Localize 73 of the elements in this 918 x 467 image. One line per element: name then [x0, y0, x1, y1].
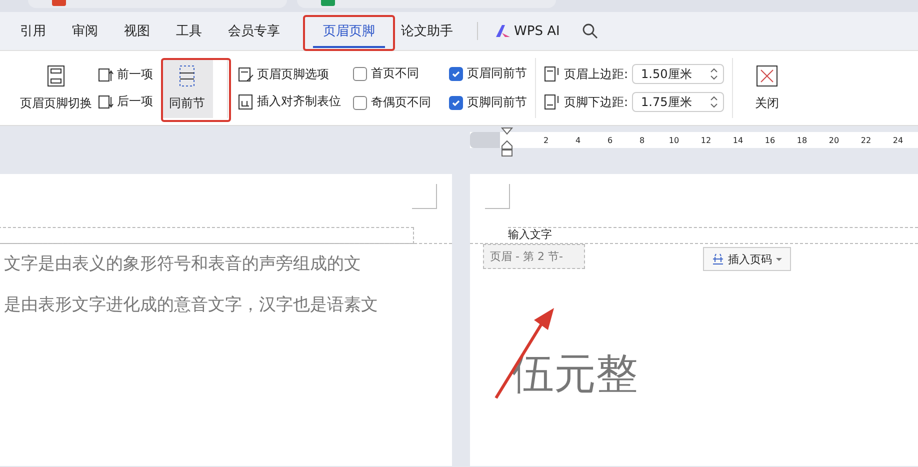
checkbox-label: 页脚同前节	[467, 94, 527, 111]
checkbox-box[interactable]	[353, 66, 367, 80]
highlight-frame	[161, 58, 231, 122]
margin-spinbox[interactable]: 1.75厘米	[632, 92, 724, 112]
margin-corner-mark	[485, 184, 510, 209]
checkbox-box[interactable]	[449, 96, 463, 110]
checkbox-label: 奇偶页不同	[371, 94, 431, 111]
margin-spinbox[interactable]: 1.50厘米	[632, 64, 724, 84]
ruler-number: 18	[796, 136, 808, 144]
header-footer-switch-button[interactable]: 页眉页脚切换	[16, 58, 96, 118]
presentation-icon	[52, 0, 66, 6]
menu-tab[interactable]: 工具	[166, 14, 212, 48]
margin-label: 页眉上边距:	[564, 66, 628, 82]
menu-tab[interactable]: 会员专享	[218, 14, 290, 48]
page-edit-icon	[238, 66, 254, 82]
list-icon	[177, 64, 197, 86]
margin-label: 页脚下边距:	[564, 94, 628, 110]
ruler-number: 10	[668, 136, 680, 144]
header-margin-icon	[544, 65, 560, 83]
page-number-icon	[712, 253, 724, 265]
menu-tab[interactable]: 页眉页脚	[313, 14, 385, 48]
page-up-icon	[98, 66, 114, 82]
spreadsheet-icon	[321, 0, 335, 6]
ruler-number: 22	[860, 136, 872, 144]
header-section-tag: 页眉 - 第 2 节-	[483, 244, 585, 269]
page-icon	[46, 64, 66, 86]
ruler-number: 8	[638, 136, 646, 144]
menu-tab[interactable]: 引用	[10, 14, 56, 48]
page-down-icon	[98, 94, 114, 110]
checkbox-label: 页眉同前节	[467, 65, 527, 82]
spin-arrows-icon[interactable]	[710, 95, 718, 109]
document-tab[interactable]	[28, 0, 287, 8]
ruler-number: 4	[574, 136, 582, 144]
ruler-number: 24	[892, 136, 904, 144]
body-text: 伍元整	[512, 348, 638, 400]
caret-icon	[776, 258, 782, 264]
document-tab[interactable]	[297, 0, 556, 8]
insert-tab-button[interactable]: 插入对齐制表位	[236, 92, 343, 111]
ruler-number: 20	[828, 136, 840, 144]
checkbox[interactable]: 奇偶页不同	[353, 94, 431, 111]
next-item-button[interactable]: 后一项	[96, 92, 155, 111]
insert-page-number-button[interactable]: 插入页码	[703, 247, 791, 271]
menu-tab[interactable]: 视图	[114, 14, 160, 48]
ruler-number: 6	[606, 136, 614, 144]
indent-marker-icon[interactable]	[501, 127, 513, 157]
same-as-previous-button[interactable]: 同前节	[161, 58, 213, 118]
menu-tab[interactable]: 论文助手	[391, 14, 463, 48]
checkbox-box[interactable]	[353, 96, 367, 110]
ruler-margin	[470, 132, 500, 148]
footer-margin-icon	[544, 93, 560, 111]
checkbox[interactable]: 页脚同前节	[449, 94, 527, 111]
ai-button[interactable]: WPS AI	[486, 16, 570, 46]
ruler-number: 16	[764, 136, 776, 144]
body-text: 文字是由表义的象形符号和表音的声旁组成的文	[4, 253, 362, 275]
spin-arrows-icon[interactable]	[710, 67, 718, 81]
checkbox-box[interactable]	[449, 66, 463, 80]
header-footer-options-button[interactable]: 页眉页脚选项	[236, 65, 343, 84]
previous-item-button[interactable]: 前一项	[96, 65, 155, 84]
checkbox-label: 首页不同	[371, 65, 419, 82]
close-button[interactable]: 关闭	[751, 58, 784, 118]
search-icon[interactable]	[582, 23, 598, 39]
checkbox[interactable]: 页眉同前节	[449, 65, 527, 82]
header-text: 输入文字	[508, 227, 552, 242]
margin-corner-mark	[412, 184, 437, 209]
menu-tab[interactable]: 审阅	[62, 14, 108, 48]
ai-logo-icon	[496, 25, 510, 37]
checkbox[interactable]: 首页不同	[353, 65, 431, 82]
body-text: 是由表形文字进化成的意音文字，汉字也是语素文	[4, 294, 378, 316]
tab-stop-icon	[238, 94, 254, 110]
ruler-number: 2	[542, 136, 550, 144]
close-icon	[756, 64, 778, 86]
ruler-number: 14	[732, 136, 744, 144]
ruler-number: 12	[700, 136, 712, 144]
